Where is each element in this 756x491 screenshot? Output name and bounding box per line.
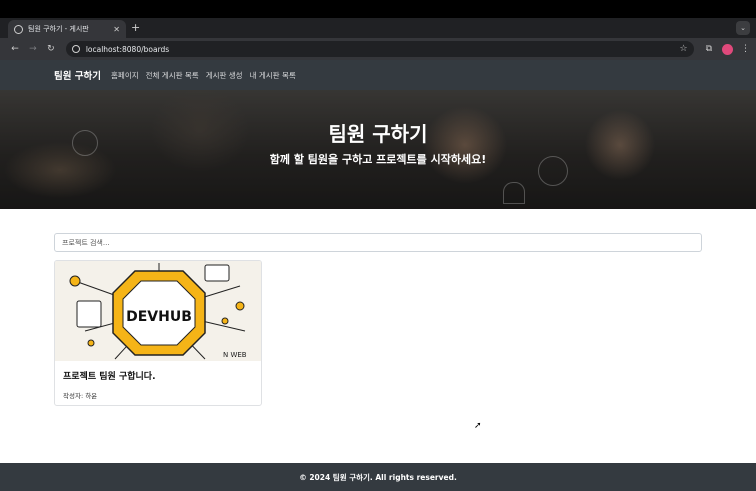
address-url[interactable]: localhost:8080/boards: [86, 45, 680, 54]
browser-toolbar: ← → ↻ localhost:8080/boards ☆ ⧉ ⋮: [0, 38, 756, 60]
tab-search-icon[interactable]: ⌄: [736, 21, 750, 35]
project-card[interactable]: DEVHUB N WEB 프로젝트 팀원 구합니다. 작성자: 하윤: [54, 260, 262, 406]
back-icon[interactable]: ←: [6, 44, 24, 54]
site-footer: © 2024 팀원 구하기. All rights reserved.: [0, 463, 756, 491]
hero-banner: 팀원 구하기 함께 할 팀원을 구하고 프로젝트를 시작하세요!: [0, 90, 756, 209]
globe-icon: [14, 24, 23, 34]
devhub-illustration: DEVHUB N WEB: [55, 261, 261, 361]
extensions-icon[interactable]: ⧉: [706, 44, 712, 54]
site-navbar: 팀원 구하기 홈페이지 전체 게시판 목록 게시판 생성 내 게시판 목록: [0, 60, 756, 90]
menu-kebab-icon[interactable]: ⋮: [741, 44, 750, 54]
reload-icon[interactable]: ↻: [42, 44, 60, 54]
address-bar[interactable]: localhost:8080/boards ☆: [65, 41, 694, 57]
nav-link-my-boards[interactable]: 내 게시판 목록: [250, 70, 296, 81]
nav-link-create-board[interactable]: 게시판 생성: [206, 70, 243, 81]
card-body: 프로젝트 팀원 구합니다. 작성자: 하윤: [55, 361, 261, 405]
screen-top-bar: [0, 0, 756, 18]
nav-link-home[interactable]: 홈페이지: [111, 70, 139, 81]
mouse-cursor-icon: ➚: [474, 421, 482, 431]
nav-link-all-boards[interactable]: 전체 게시판 목록: [146, 70, 199, 81]
devhub-caption: N WEB: [223, 351, 247, 359]
card-author: 작성자: 하윤: [63, 392, 98, 400]
bookmark-star-icon[interactable]: ☆: [680, 44, 688, 54]
tab-title: 팀원 구하기 - 게시판: [28, 25, 89, 33]
footer-copyright: © 2024 팀원 구하기. All rights reserved.: [299, 472, 457, 482]
browser-tab[interactable]: 팀원 구하기 - 게시판 ✕: [8, 20, 126, 38]
project-search-input[interactable]: [54, 233, 702, 252]
new-tab-button[interactable]: +: [131, 21, 140, 34]
profile-avatar[interactable]: [722, 43, 733, 55]
hero-overlay: [0, 90, 756, 209]
browser-tab-strip: 팀원 구하기 - 게시판 ✕ + ⌄: [0, 18, 756, 38]
close-icon[interactable]: ✕: [113, 25, 120, 34]
card-image: DEVHUB N WEB: [55, 261, 261, 361]
brand-link[interactable]: 팀원 구하기: [54, 68, 101, 82]
hero-subtitle: 함께 할 팀원을 구하고 프로젝트를 시작하세요!: [269, 153, 487, 166]
card-title[interactable]: 프로젝트 팀원 구합니다.: [63, 369, 253, 382]
site-info-icon[interactable]: [71, 45, 80, 53]
hero-title: 팀원 구하기: [328, 122, 428, 146]
devhub-logo-text: DEVHUB: [126, 309, 192, 325]
main-content: DEVHUB N WEB 프로젝트 팀원 구합니다. 작성자: 하윤 ➚: [0, 209, 756, 463]
forward-icon[interactable]: →: [24, 44, 42, 54]
